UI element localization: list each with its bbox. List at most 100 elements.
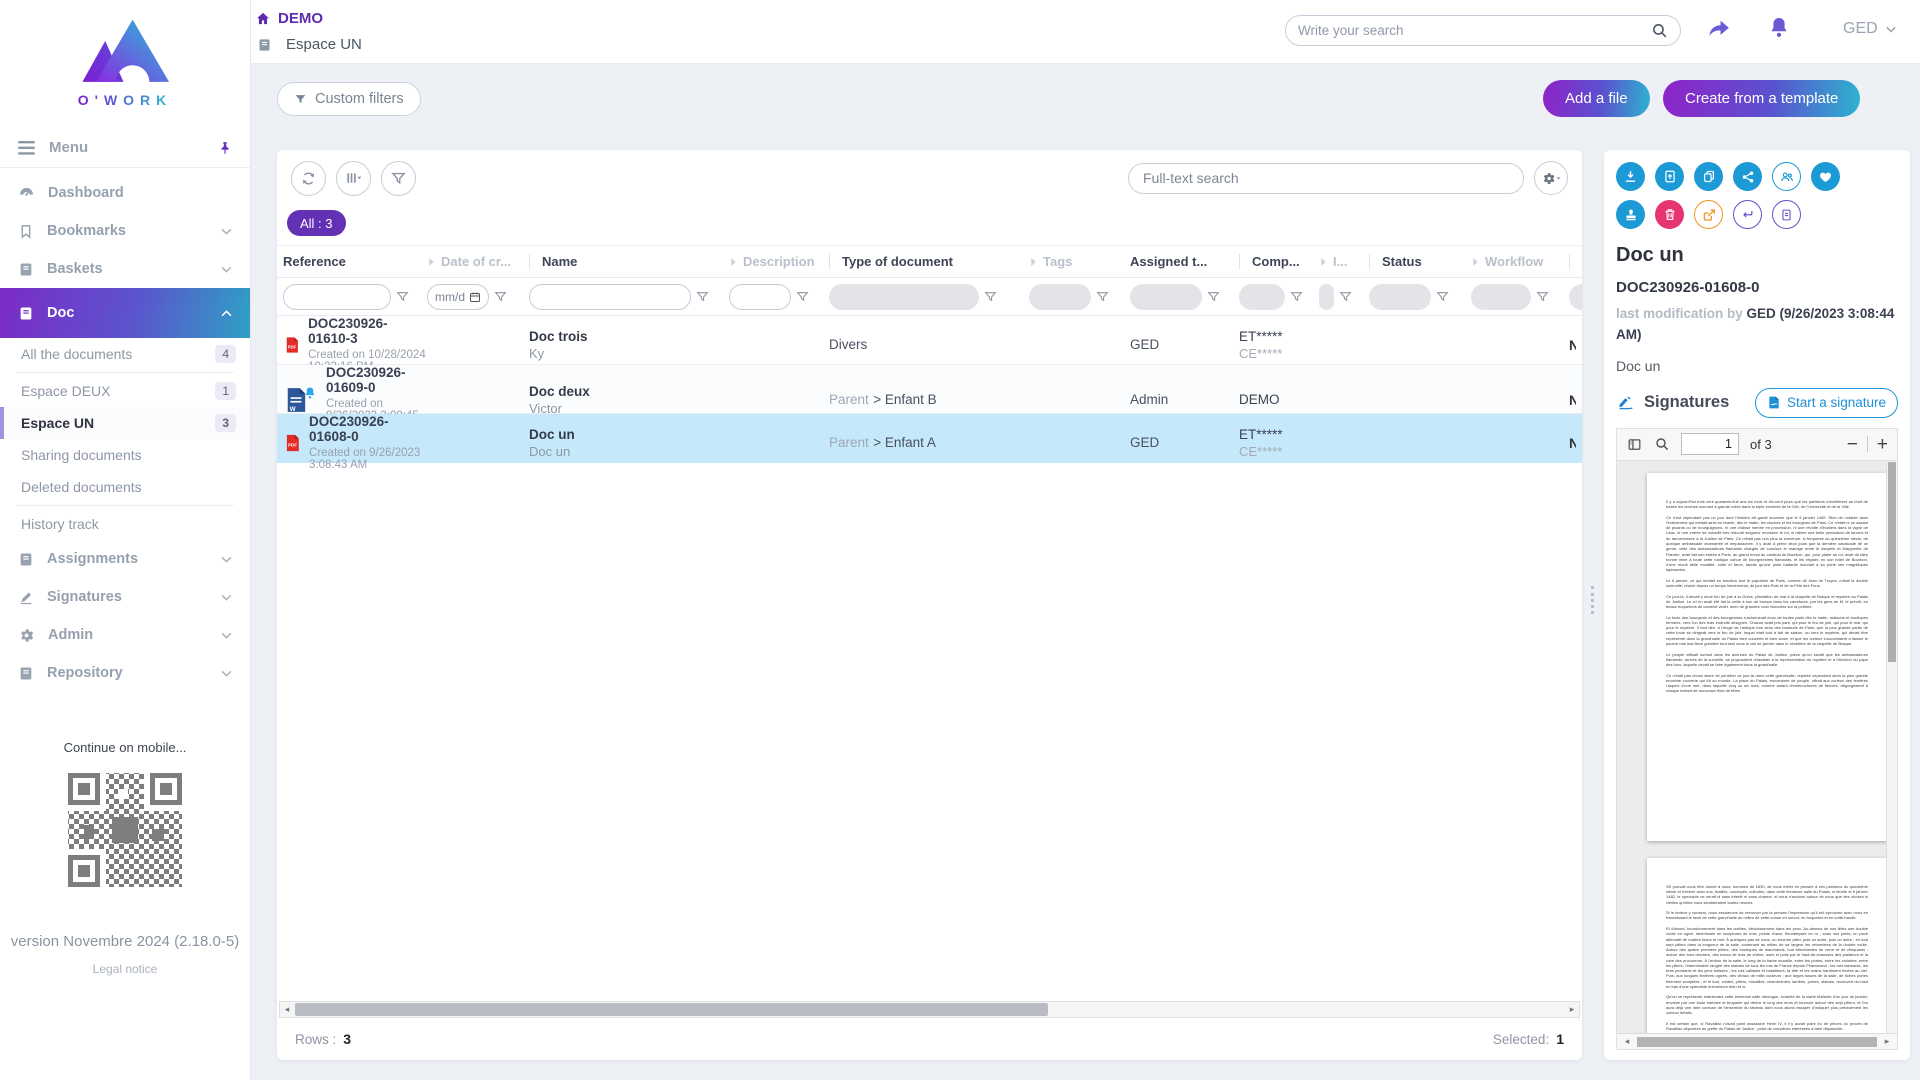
share-button[interactable]	[1706, 16, 1733, 41]
table-row[interactable]: PDF DOC230926-01610-3 Created on 10/28/2…	[277, 316, 1582, 365]
col-date-of-creation[interactable]: Date of cr...	[427, 254, 529, 269]
col-description[interactable]: Description	[729, 254, 829, 269]
filter-y-select[interactable]	[1569, 284, 1582, 310]
funnel-icon[interactable]	[1339, 290, 1352, 303]
add-file-button[interactable]: Add a file	[1543, 80, 1650, 117]
funnel-icon[interactable]	[1207, 290, 1220, 303]
filter-description-input[interactable]	[729, 284, 791, 310]
filter-company-select[interactable]	[1239, 284, 1285, 310]
hamburger-icon[interactable]	[18, 141, 35, 155]
panel-resize-handle[interactable]	[1591, 586, 1597, 614]
global-search-input[interactable]	[1298, 23, 1651, 38]
pdf-vertical-scrollbar[interactable]	[1886, 461, 1897, 1033]
scrollbar-thumb[interactable]	[295, 1003, 1048, 1016]
funnel-icon[interactable]	[1290, 290, 1303, 303]
sidebar-subitem-deleted-documents[interactable]: Deleted documents	[0, 471, 250, 503]
table-horizontal-scrollbar[interactable]: ◂ ▸	[279, 1001, 1580, 1018]
funnel-icon[interactable]	[1536, 290, 1549, 303]
funnel-icon[interactable]	[396, 290, 409, 303]
pdf-horizontal-scrollbar[interactable]: ◂ ▸	[1617, 1033, 1897, 1049]
col-reference[interactable]: Reference	[283, 254, 427, 269]
sidebar-item-admin[interactable]: Admin	[0, 616, 250, 654]
sidebar-item-baskets[interactable]: Baskets	[0, 250, 250, 288]
fulltext-search-input[interactable]	[1143, 170, 1509, 186]
open-external-button[interactable]	[1694, 200, 1723, 229]
stamp-button[interactable]	[1616, 200, 1645, 229]
document-preview-button[interactable]	[1772, 200, 1801, 229]
zoom-out-button[interactable]: −	[1847, 435, 1858, 454]
filter-tags-select[interactable]	[1029, 284, 1091, 310]
col-workflow[interactable]: Workflow	[1471, 254, 1569, 269]
custom-filters-button[interactable]: Custom filters	[277, 82, 421, 116]
scroll-left-arrow[interactable]: ◂	[1620, 1034, 1634, 1049]
col-assigned-to[interactable]: Assigned t...	[1130, 254, 1239, 269]
filter-type-select[interactable]	[829, 284, 979, 310]
return-button[interactable]	[1733, 200, 1762, 229]
col-type-of-document[interactable]: Type of document	[829, 254, 1029, 269]
sidebar-item-bookmarks[interactable]: Bookmarks	[0, 212, 250, 250]
upload-version-button[interactable]	[1655, 162, 1684, 191]
funnel-icon[interactable]	[796, 290, 809, 303]
columns-button[interactable]	[336, 161, 371, 196]
pin-icon[interactable]	[218, 140, 232, 156]
pdf-pages-area[interactable]: Il y a aujourd'hui trois cent quarante-h…	[1617, 461, 1897, 1033]
table-settings-button[interactable]	[1534, 161, 1568, 195]
funnel-icon[interactable]	[696, 290, 709, 303]
breadcrumb-space[interactable]: Espace UN	[257, 36, 362, 53]
create-from-template-button[interactable]: Create from a template	[1663, 80, 1860, 117]
scroll-left-arrow[interactable]: ◂	[280, 1002, 294, 1017]
start-signature-button[interactable]: Start a signature	[1755, 388, 1898, 418]
funnel-icon[interactable]	[984, 290, 997, 303]
col-company[interactable]: Comp...	[1239, 254, 1319, 269]
favorite-button[interactable]	[1811, 162, 1840, 191]
sidebar-item-dashboard[interactable]: Dashboard	[0, 174, 250, 212]
assign-users-button[interactable]	[1772, 162, 1801, 191]
share-button[interactable]	[1733, 162, 1762, 191]
viewer-sidebar-toggle-button[interactable]	[1626, 437, 1643, 452]
all-count-pill[interactable]: All : 3	[287, 210, 346, 236]
sidebar-subitem-all-documents[interactable]: All the documents 4	[0, 338, 250, 370]
menu-row[interactable]: Menu	[0, 128, 250, 168]
search-icon[interactable]	[1651, 22, 1668, 39]
sidebar-item-signatures[interactable]: Signatures	[0, 578, 250, 616]
col-name[interactable]: Name	[529, 254, 729, 269]
delete-button[interactable]	[1655, 200, 1684, 229]
download-button[interactable]	[1616, 162, 1645, 191]
col-y[interactable]: Y...	[1569, 254, 1582, 269]
filter-button[interactable]	[381, 161, 416, 196]
filter-i-select[interactable]	[1319, 284, 1334, 310]
copy-button[interactable]	[1694, 162, 1723, 191]
notifications-button[interactable]	[1767, 14, 1791, 41]
sidebar-subitem-history-track[interactable]: History track	[0, 508, 250, 540]
col-status[interactable]: Status	[1369, 254, 1471, 269]
breadcrumb-home[interactable]: DEMO	[255, 10, 323, 27]
col-tags[interactable]: Tags	[1029, 254, 1130, 269]
sidebar-subitem-espace-deux[interactable]: Espace DEUX 1	[0, 375, 250, 407]
sidebar-item-doc[interactable]: Doc	[0, 288, 250, 338]
zoom-in-button[interactable]: +	[1877, 435, 1888, 454]
filter-reference-input[interactable]	[283, 284, 391, 310]
funnel-icon[interactable]	[1096, 290, 1109, 303]
col-i[interactable]: I...	[1319, 254, 1369, 269]
filter-workflow-select[interactable]	[1471, 284, 1531, 310]
scroll-right-arrow[interactable]: ▸	[1565, 1002, 1579, 1017]
filter-assigned-select[interactable]	[1130, 284, 1202, 310]
table-row[interactable]: W DOC230926-01609-0 Created on 9/26/2023…	[277, 365, 1582, 414]
viewer-page-input[interactable]	[1681, 433, 1739, 455]
filter-date-input[interactable]: mm/d	[427, 284, 489, 310]
refresh-button[interactable]	[291, 161, 326, 196]
filter-status-select[interactable]	[1369, 284, 1431, 310]
legal-notice-link[interactable]: Legal notice	[93, 962, 158, 976]
sidebar-item-repository[interactable]: Repository	[0, 654, 250, 692]
funnel-icon[interactable]	[1436, 290, 1449, 303]
sidebar-item-assignments[interactable]: Assignments	[0, 540, 250, 578]
scroll-right-arrow[interactable]: ▸	[1880, 1034, 1894, 1049]
table-row-selected[interactable]: PDF DOC230926-01608-0 Created on 9/26/20…	[277, 414, 1582, 463]
filter-name-input[interactable]	[529, 284, 691, 310]
viewer-search-button[interactable]	[1654, 436, 1670, 452]
sidebar-subitem-espace-un[interactable]: Espace UN 3	[0, 407, 250, 439]
user-menu[interactable]: GED	[1843, 20, 1896, 38]
funnel-icon[interactable]	[494, 290, 507, 303]
scrollbar-thumb[interactable]	[1888, 462, 1896, 662]
sidebar-subitem-sharing-documents[interactable]: Sharing documents	[0, 439, 250, 471]
